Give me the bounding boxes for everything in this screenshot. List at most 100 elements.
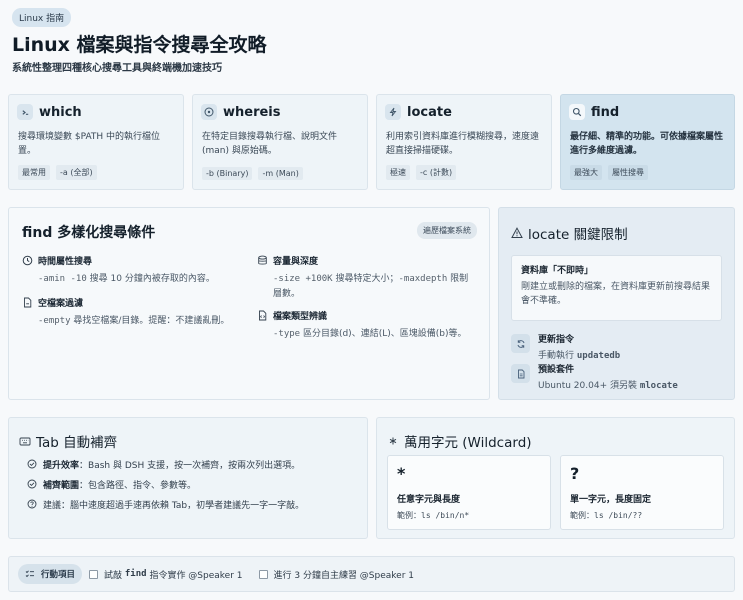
warning-desc: 剛建立或刪除的檔案，在資料庫更新前搜尋結果會不準確。 <box>521 282 711 306</box>
tool-tag: 最常用 <box>18 165 50 180</box>
action-checkbox[interactable] <box>89 569 99 579</box>
wildcard-box-question: ? 單一字元，長度固定 範例：ls /bin/?? <box>560 455 724 530</box>
terminal-icon <box>17 104 33 120</box>
asterisk-icon <box>388 436 399 447</box>
traverse-badge: 遍歷檔案系統 <box>417 222 477 239</box>
locate-limits-panel: locate 關鍵限制 資料庫「不即時」 剛建立或刪除的檔案，在資料庫更新前搜尋… <box>498 207 735 400</box>
refresh-icon <box>511 334 530 353</box>
check-circle-icon <box>27 479 38 490</box>
tool-description: 利用索引資料庫進行模糊搜尋，速度遠超直接掃描硬碟。 <box>386 132 540 156</box>
tool-name: find <box>591 104 620 120</box>
condition-code: -empty <box>38 316 71 326</box>
condition-title: 檔案類型辨識 <box>273 312 328 322</box>
action-text: 進行 3 分鐘自主練習 @Speaker 1 <box>273 570 415 581</box>
tool-tag: -a (全部) <box>56 165 97 180</box>
empty-file-icon <box>22 297 33 308</box>
tool-tag: -c (計數) <box>416 165 457 180</box>
tool-tag: 極速 <box>386 165 410 180</box>
section-title: find 多樣化搜尋條件 <box>22 225 156 241</box>
limit-title: 更新指令 <box>538 335 575 345</box>
condition-type: 檔案類型辨識 -type 區分目錄(d)、連結(L)、區塊設備(b)等。 <box>257 309 477 342</box>
action-badge-label: 行動項目 <box>41 570 76 580</box>
wildcard-example-label: 範例： <box>397 511 421 520</box>
tool-card-find[interactable]: find 最仔細、精準的功能。可依據檔案屬性進行多維度過濾。 最強大 屬性搜尋 <box>560 94 735 190</box>
keyboard-icon <box>19 436 31 447</box>
section-title: Tab 自動補齊 <box>36 435 118 451</box>
warning-title: 資料庫「不即時」 <box>521 266 594 276</box>
condition-desc: 尋找空檔案/目錄。提醒：不建議亂刪。 <box>70 316 230 326</box>
tab-item-label: 補齊範圍 <box>43 481 80 491</box>
wildcard-symbol: ? <box>570 464 580 483</box>
wildcard-symbol: * <box>397 464 406 483</box>
wildcard-example-label: 範例： <box>570 511 594 520</box>
list-check-icon <box>25 569 36 580</box>
tool-tag: -b (Binary) <box>202 167 253 180</box>
check-circle-icon <box>27 459 38 470</box>
condition-title: 時間屬性搜尋 <box>38 257 93 267</box>
lightning-icon <box>385 104 401 120</box>
condition-title: 容量與深度 <box>273 257 319 267</box>
search-icon <box>569 104 585 120</box>
tool-description: 在特定目錄搜尋執行檔、說明文件 (man) 與原始碼。 <box>202 132 338 156</box>
condition-desc: 區分目錄(d)、連結(L)、區塊設備(b)等。 <box>300 329 467 339</box>
condition-empty: 空檔案過濾 -empty 尋找空檔案/目錄。提醒：不建議亂刪。 <box>22 296 242 329</box>
page-title: Linux 檔案與指令搜尋全攻略 <box>12 34 267 56</box>
action-checkbox[interactable] <box>258 569 268 579</box>
tool-description: 搜尋環境變數 $PATH 中的執行檔位置。 <box>18 132 161 156</box>
warning-icon <box>511 227 523 239</box>
wildcard-title: 單一字元，長度固定 <box>570 495 652 505</box>
tool-tag: 最強大 <box>570 165 602 180</box>
tab-item-text: ：包含路徑、指令、參數等。 <box>79 481 197 491</box>
tool-card-which[interactable]: which 搜尋環境變數 $PATH 中的執行檔位置。 最常用 -a (全部) <box>8 94 184 190</box>
action-item[interactable]: 進行 3 分鐘自主練習 @Speaker 1 <box>258 568 415 581</box>
database-icon <box>257 255 268 266</box>
guide-badge: Linux 指南 <box>12 8 72 27</box>
package-icon <box>511 364 530 383</box>
condition-desc: 搜尋特定大小； <box>332 274 399 284</box>
action-items-badge: 行動項目 <box>18 564 83 584</box>
limit-code: mlocate <box>639 381 678 391</box>
limit-row-update: 更新指令 手動執行 updatedb <box>511 332 620 361</box>
wildcard-title: 任意字元與長度 <box>397 495 461 505</box>
tool-card-locate[interactable]: locate 利用索引資料庫進行模糊搜尋，速度遠超直接掃描硬碟。 極速 -c (… <box>376 94 552 190</box>
condition-size: 容量與深度 -size +100K 搜尋特定大小；-maxdepth 限制層數。 <box>257 254 477 302</box>
tab-item-text: ：Bash 與 DSH 支援，按一次補齊，按兩次列出選項。 <box>79 461 301 471</box>
tool-card-whereis[interactable]: whereis 在特定目錄搜尋執行檔、說明文件 (man) 與原始碼。 -b (… <box>192 94 368 190</box>
tool-name: which <box>39 104 82 120</box>
page-subtitle: 系統性整理四種核心搜尋工具與終端機加速技巧 <box>12 63 222 74</box>
action-code: find <box>124 569 147 579</box>
file-type-icon <box>257 310 268 321</box>
limit-row-package: 預設套件 Ubuntu 20.04+ 須另裝 mlocate <box>511 362 678 391</box>
limit-desc: Ubuntu 20.04+ 須另裝 <box>538 381 640 391</box>
action-text: 試敲 <box>104 570 125 581</box>
limit-code: updatedb <box>576 351 621 361</box>
limit-title: 預設套件 <box>538 365 575 375</box>
wildcard-example-code: ls /bin/n* <box>421 511 470 520</box>
info-icon <box>201 104 217 120</box>
help-circle-icon <box>27 499 38 510</box>
tab-item: 補齊範圍 ：包含路徑、指令、參數等。 <box>27 478 196 491</box>
database-warning-box: 資料庫「不即時」 剛建立或刪除的檔案，在資料庫更新前搜尋結果會不準確。 <box>511 255 722 321</box>
action-text: 指令實作 @Speaker 1 <box>146 570 243 581</box>
tool-name: locate <box>407 104 452 120</box>
condition-code: -type <box>273 329 301 339</box>
tab-item: 提升效率 ：Bash 與 DSH 支援，按一次補齊，按兩次列出選項。 <box>27 458 300 471</box>
tool-tag: -m (Man) <box>258 167 303 180</box>
condition-title: 空檔案過濾 <box>38 299 84 309</box>
condition-code: -size +100K <box>273 274 333 284</box>
tab-completion-panel: Tab 自動補齊 提升效率 ：Bash 與 DSH 支援，按一次補齊，按兩次列出選… <box>8 417 368 539</box>
find-conditions-panel: find 多樣化搜尋條件 遍歷檔案系統 時間屬性搜尋 -amin -10 搜尋 … <box>8 207 490 400</box>
tool-tag: 屬性搜尋 <box>608 165 648 180</box>
tab-item-text: 建議：腦中速度超過手速再依賴 Tab，初學者建議先一字一字敲。 <box>43 501 305 511</box>
section-title: locate 關鍵限制 <box>528 227 628 243</box>
condition-time: 時間屬性搜尋 -amin -10 搜尋 10 分鐘內被存取的內容。 <box>22 254 242 287</box>
section-title: 萬用字元 (Wildcard) <box>404 435 532 451</box>
tab-item: 建議：腦中速度超過手速再依賴 Tab，初學者建議先一字一字敲。 <box>27 498 304 511</box>
wildcard-panel: 萬用字元 (Wildcard) * 任意字元與長度 範例：ls /bin/n* … <box>376 417 735 539</box>
clock-icon <box>22 255 33 266</box>
wildcard-example-code: ls /bin/?? <box>594 511 643 520</box>
condition-desc: 搜尋 10 分鐘內被存取的內容。 <box>86 274 215 284</box>
tool-name: whereis <box>223 104 281 120</box>
condition-code: -maxdepth <box>398 274 448 284</box>
action-item[interactable]: 試敲 find 指令實作 @Speaker 1 <box>89 568 243 581</box>
